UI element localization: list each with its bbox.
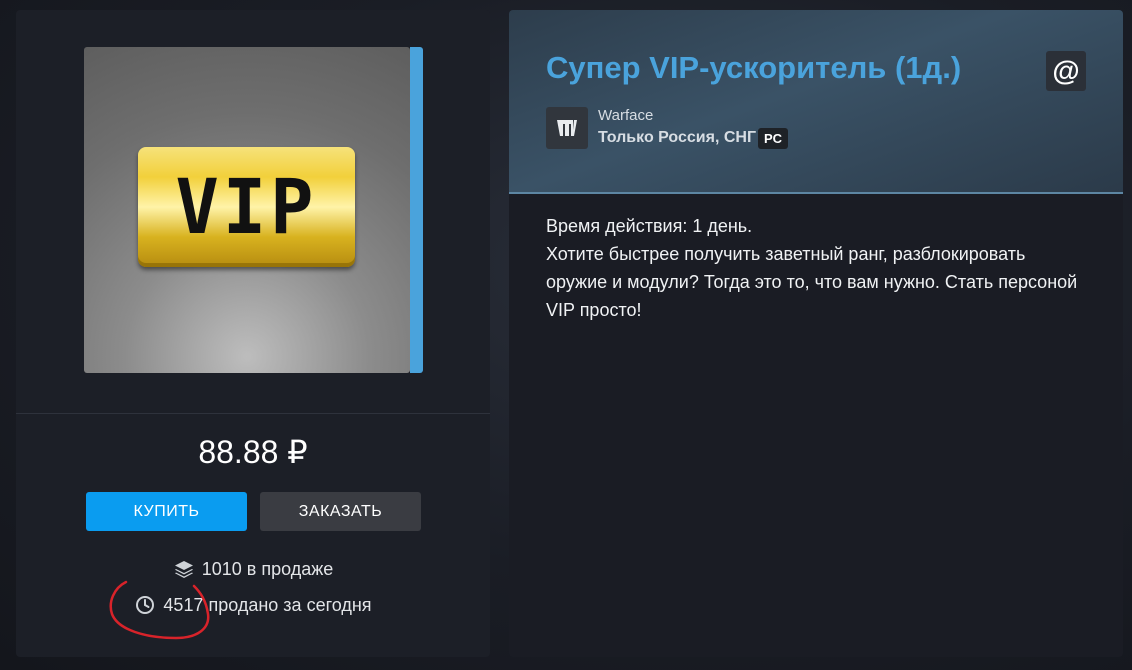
vip-badge-image: VIP	[138, 147, 355, 267]
header-divider	[509, 192, 1123, 194]
vip-badge-text: VIP	[175, 162, 318, 252]
image-accent-bar	[410, 47, 423, 373]
product-details: Супер VIP-ускоритель (1д.) @ Warface Тол…	[509, 10, 1123, 657]
price: 88.88 ₽	[198, 434, 308, 470]
product-description: Время действия: 1 день. Хотите быстрее п…	[546, 212, 1086, 324]
product-title: Супер VIP-ускоритель (1д.)	[546, 50, 962, 85]
at-sign-icon[interactable]: @	[1046, 51, 1086, 91]
stock-count-text: 1010 в продаже	[201, 558, 334, 579]
platform-badge: PC	[758, 128, 789, 149]
sold-today-text: 4517 продано за сегодня	[163, 594, 372, 615]
game-name[interactable]: Warface	[598, 107, 653, 124]
divider	[16, 413, 490, 414]
order-button[interactable]: ЗАКАЗАТЬ	[260, 492, 421, 531]
buy-button[interactable]: КУПИТЬ	[86, 492, 247, 531]
product-image: VIP	[84, 47, 410, 373]
region-restriction: Только Россия, СНГ	[598, 129, 757, 146]
stock-count: 1010 в продаже	[16, 558, 490, 580]
product-card: VIP 88.88 ₽ КУПИТЬ ЗАКАЗАТЬ 1010 в прода…	[16, 10, 490, 657]
sold-today: 4517 продано за сегодня	[16, 594, 490, 616]
details-header	[509, 10, 1123, 194]
clock-icon	[134, 594, 156, 616]
description-line: Время действия: 1 день.	[546, 216, 753, 236]
layers-icon	[173, 558, 195, 580]
warface-logo-icon[interactable]	[546, 107, 588, 149]
description-line: Хотите быстрее получить заветный ранг, р…	[546, 244, 1078, 320]
